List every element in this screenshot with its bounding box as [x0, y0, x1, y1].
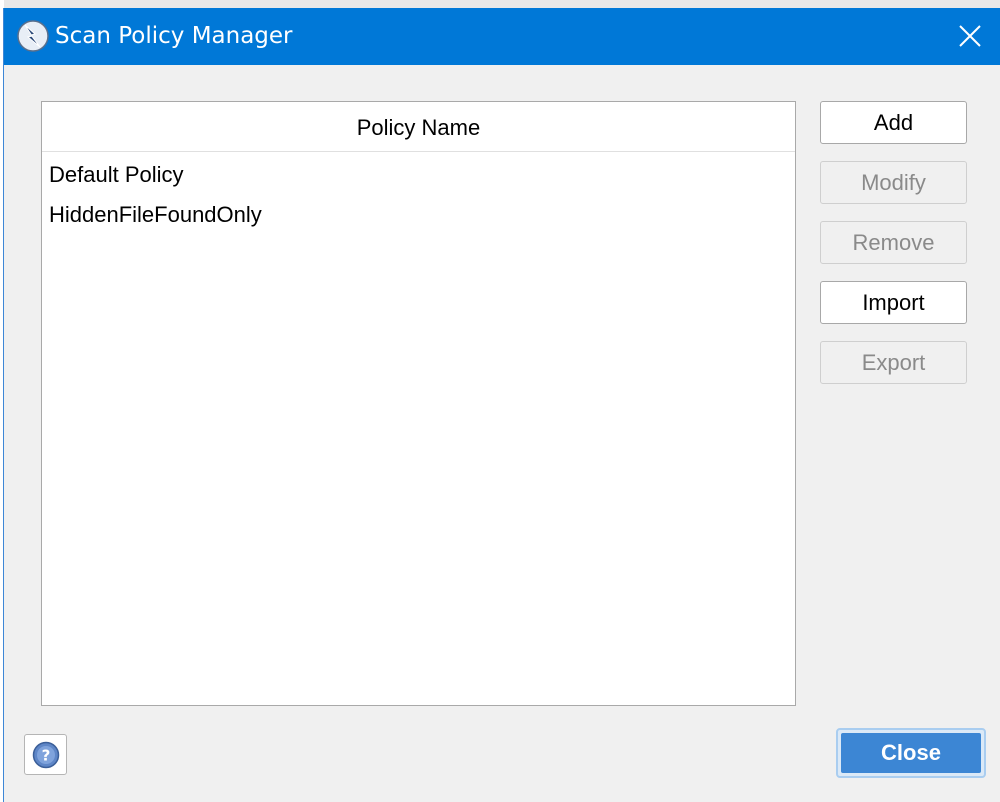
background-strip: [0, 0, 1000, 8]
import-button[interactable]: Import: [820, 281, 967, 324]
modify-button[interactable]: Modify: [820, 161, 967, 204]
title-bar: Scan Policy Manager: [4, 8, 1000, 65]
close-button[interactable]: Close: [841, 733, 981, 773]
policy-name-column-header[interactable]: Policy Name: [42, 102, 795, 152]
lightning-app-icon: [17, 20, 49, 52]
add-button[interactable]: Add: [820, 101, 967, 144]
scan-policy-manager-dialog: Scan Policy Manager Policy Name Default …: [3, 8, 1000, 802]
help-button[interactable]: ?: [24, 734, 67, 775]
policy-list: Policy Name Default Policy HiddenFileFou…: [41, 101, 796, 706]
window-title: Scan Policy Manager: [55, 23, 293, 49]
remove-button[interactable]: Remove: [820, 221, 967, 264]
help-icon: ?: [32, 741, 60, 769]
policy-list-item[interactable]: Default Policy: [42, 153, 795, 193]
export-button[interactable]: Export: [820, 341, 967, 384]
svg-text:?: ?: [42, 747, 51, 765]
close-icon[interactable]: [950, 16, 990, 56]
policy-list-rows: Default Policy HiddenFileFoundOnly: [42, 153, 795, 233]
close-button-focus-ring: Close: [836, 728, 986, 778]
policy-list-item[interactable]: HiddenFileFoundOnly: [42, 193, 795, 233]
